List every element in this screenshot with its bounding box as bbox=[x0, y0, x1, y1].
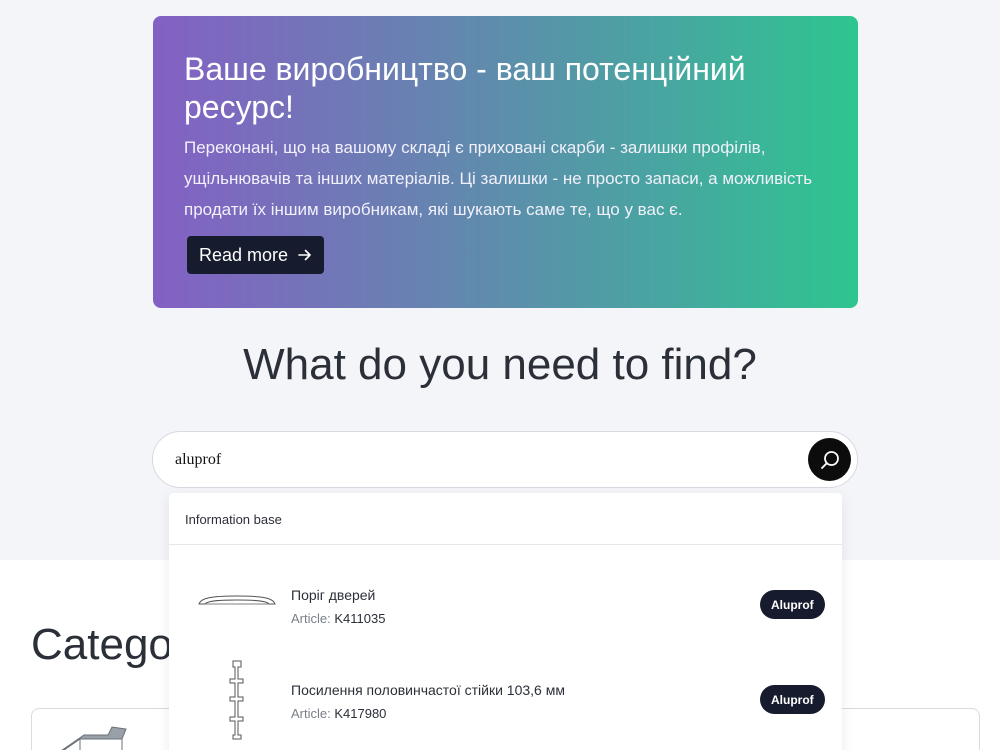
hero-text: Переконані, що на вашому складі є прихов… bbox=[184, 138, 813, 219]
search-icon bbox=[820, 450, 839, 469]
article-label: Article: bbox=[291, 611, 331, 626]
search-box bbox=[152, 431, 858, 488]
article-code: K411035 bbox=[334, 611, 386, 626]
read-more-label: Read more bbox=[199, 244, 289, 265]
hero-title: Ваше виробництво - ваш потенційний ресур… bbox=[184, 51, 746, 125]
read-more-button[interactable]: Read more bbox=[187, 236, 325, 274]
search-results-dropdown: Information base Поріг дверей Article: K… bbox=[169, 493, 842, 750]
article-code: K417980 bbox=[334, 706, 387, 721]
result-article: Article: K417980 bbox=[291, 706, 386, 721]
brand-badge: Aluprof bbox=[760, 590, 825, 619]
search-button[interactable] bbox=[808, 438, 851, 481]
result-article: Article: K411035 bbox=[291, 611, 385, 626]
product-profile-image bbox=[229, 660, 244, 740]
result-name: Посилення половинчастої стійки 103,6 мм bbox=[291, 682, 565, 698]
search-input[interactable] bbox=[175, 448, 775, 472]
article-label: Article: bbox=[291, 706, 331, 721]
search-heading: What do you need to find? bbox=[243, 340, 757, 389]
brand-badge: Aluprof bbox=[760, 685, 825, 714]
arrow-right-icon bbox=[298, 249, 311, 261]
dropdown-section-title: Information base bbox=[169, 493, 842, 545]
product-profile-image bbox=[198, 595, 276, 605]
result-name: Поріг дверей bbox=[291, 587, 376, 603]
search-result-item[interactable]: Посилення половинчастої стійки 103,6 мм … bbox=[169, 655, 842, 745]
category-profile-image bbox=[61, 726, 127, 750]
search-result-item[interactable]: Поріг дверей Article: K411035 Aluprof bbox=[169, 560, 842, 650]
hero-banner: Ваше виробництво - ваш потенційний ресур… bbox=[153, 16, 858, 308]
